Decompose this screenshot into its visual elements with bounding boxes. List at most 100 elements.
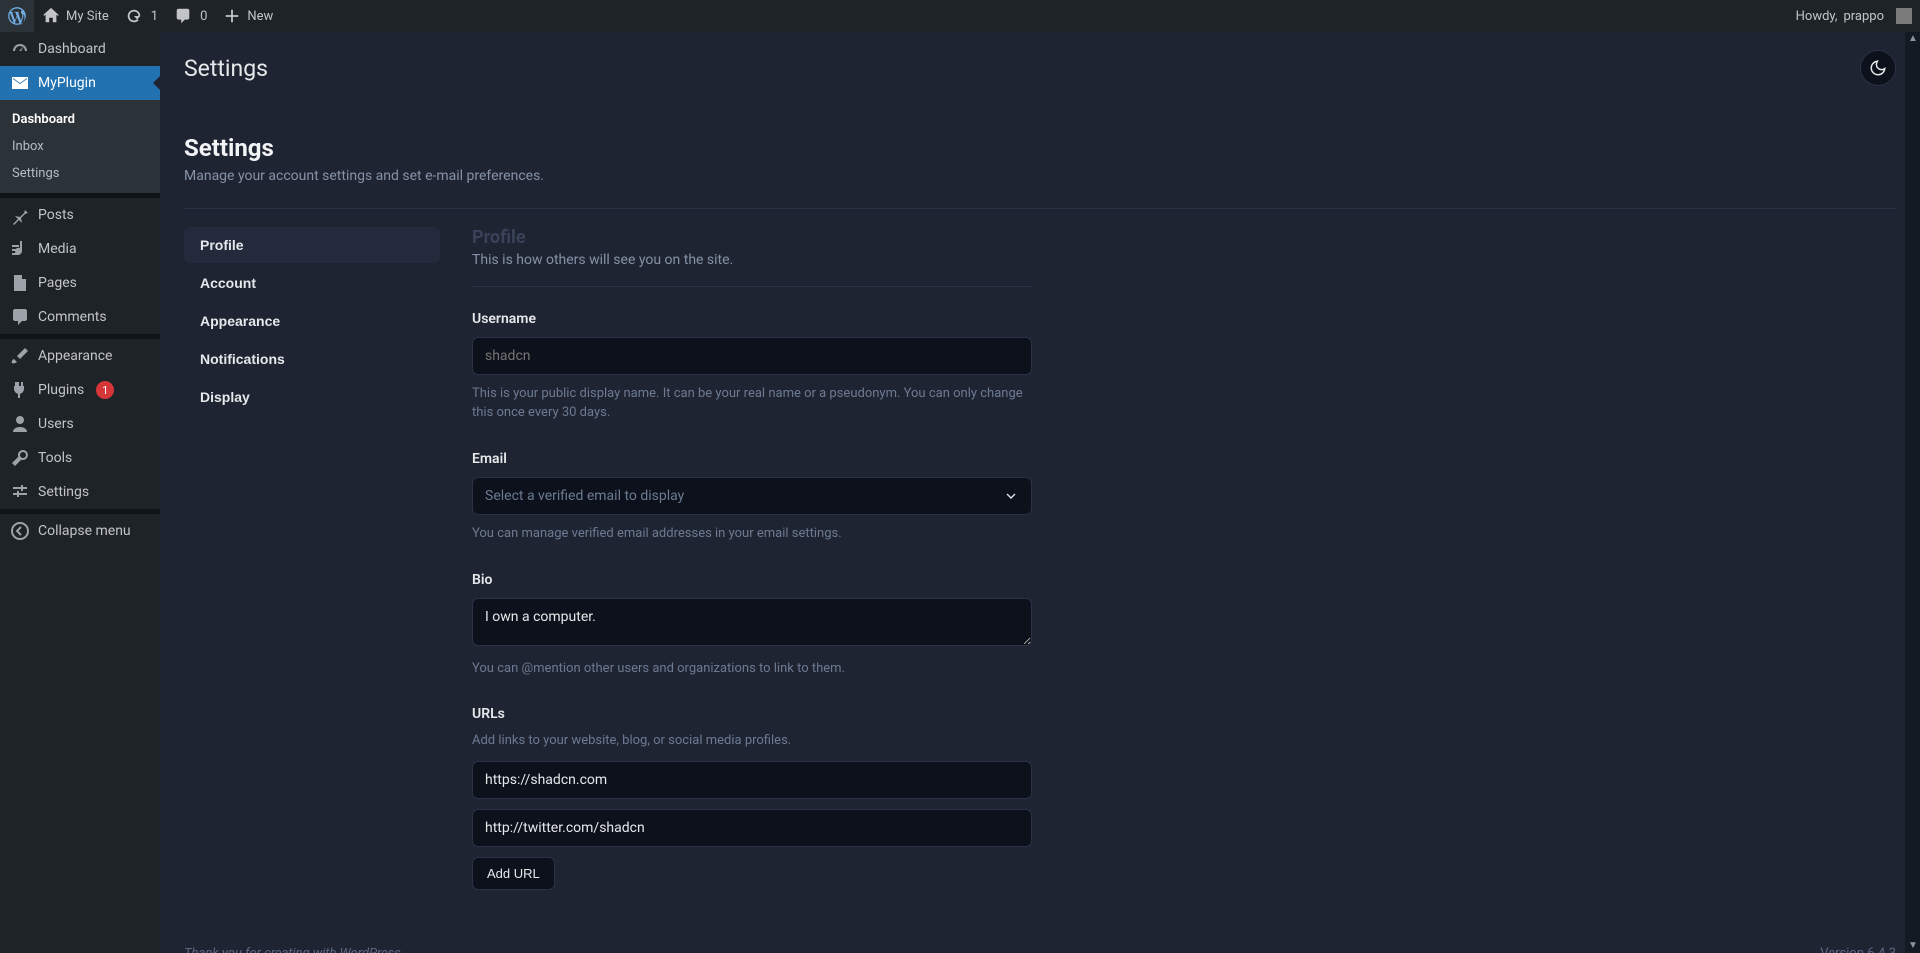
sidebar-submenu-myplugin: Dashboard Inbox Settings	[0, 100, 160, 193]
plus-icon	[223, 7, 241, 25]
active-arrow	[153, 75, 161, 91]
adminbar: My Site 1 0 New Howdy, prappo	[0, 0, 1920, 32]
email-select-placeholder: Select a verified email to display	[485, 488, 684, 504]
sidebar-item-comments[interactable]: Comments	[0, 300, 160, 334]
sidebar-item-label: Posts	[38, 207, 74, 223]
comments-link[interactable]: 0	[166, 0, 215, 32]
add-url-button[interactable]: Add URL	[472, 857, 555, 890]
sidebar-item-plugins[interactable]: Plugins 1	[0, 373, 160, 407]
bio-textarea[interactable]	[472, 598, 1032, 646]
username-input[interactable]	[472, 337, 1032, 375]
avatar	[1896, 8, 1912, 24]
sidebar-item-label: Collapse menu	[38, 523, 131, 539]
sidebar-item-label: Users	[38, 416, 74, 432]
comments-icon	[10, 307, 30, 327]
divider	[184, 208, 1896, 209]
submenu-item-inbox[interactable]: Inbox	[0, 133, 160, 160]
wrench-icon	[10, 448, 30, 468]
settings-subtitle: Manage your account settings and set e-m…	[184, 168, 1896, 184]
sidebar-item-dashboard[interactable]: Dashboard	[0, 32, 160, 66]
sidebar-item-label: Tools	[38, 450, 72, 466]
sidebar-item-posts[interactable]: Posts	[0, 198, 160, 232]
gauge-icon	[10, 39, 30, 59]
new-label: New	[247, 9, 273, 24]
sidebar-item-myplugin[interactable]: MyPlugin	[0, 66, 160, 100]
comment-icon	[174, 7, 192, 25]
field-bio: Bio You can @mention other users and org…	[472, 572, 1032, 679]
refresh-icon	[125, 7, 143, 25]
plugins-update-badge: 1	[96, 381, 114, 399]
divider	[472, 286, 1032, 287]
footer-thanks: Thank you for creating with WordPress.	[184, 946, 404, 953]
user-icon	[10, 414, 30, 434]
settings-panel: Profile This is how others will see you …	[472, 227, 1032, 918]
sidebar-item-label: Comments	[38, 309, 107, 325]
email-help: You can manage verified email addresses …	[472, 525, 1032, 544]
scroll-up-icon: ▲	[1908, 34, 1918, 44]
updates-link[interactable]: 1	[117, 0, 166, 32]
media-icon	[10, 239, 30, 259]
pin-icon	[10, 205, 30, 225]
footer: Thank you for creating with WordPress. V…	[184, 946, 1896, 953]
site-link[interactable]: My Site	[34, 0, 117, 32]
scrollbar[interactable]: ▲ ▼	[1905, 32, 1920, 953]
bio-label: Bio	[472, 572, 1032, 588]
account-link[interactable]: Howdy, prappo	[1788, 0, 1920, 32]
email-label: Email	[472, 451, 1032, 467]
collapse-icon	[10, 521, 30, 541]
field-email: Email Select a verified email to display…	[472, 451, 1032, 544]
field-username: Username This is your public display nam…	[472, 311, 1032, 423]
account-username: prappo	[1843, 9, 1884, 24]
theme-toggle-button[interactable]	[1860, 50, 1896, 86]
nav-tab-profile[interactable]: Profile	[184, 227, 440, 263]
settings-heading: Settings Manage your account settings an…	[184, 134, 1896, 184]
sidebar-item-label: Appearance	[38, 348, 112, 364]
sidebar-item-label: Dashboard	[38, 41, 106, 57]
nav-tab-display[interactable]: Display	[184, 379, 440, 415]
username-label: Username	[472, 311, 1032, 327]
sidebar-item-label: MyPlugin	[38, 75, 96, 91]
url-input-1[interactable]	[472, 809, 1032, 847]
sidebar-item-tools[interactable]: Tools	[0, 441, 160, 475]
bio-help: You can @mention other users and organiz…	[472, 660, 1032, 679]
site-name: My Site	[66, 9, 109, 24]
sidebar-item-users[interactable]: Users	[0, 407, 160, 441]
new-link[interactable]: New	[215, 0, 281, 32]
nav-tab-notifications[interactable]: Notifications	[184, 341, 440, 377]
sidebar-collapse[interactable]: Collapse menu	[0, 514, 160, 548]
wordpress-icon	[8, 7, 26, 25]
footer-version: Version 6.4.3	[1820, 946, 1896, 953]
submenu-item-dashboard[interactable]: Dashboard	[0, 106, 160, 133]
section-title: Profile	[472, 227, 1032, 248]
updates-count: 1	[149, 9, 158, 24]
brush-icon	[10, 346, 30, 366]
nav-tab-account[interactable]: Account	[184, 265, 440, 301]
mail-icon	[10, 73, 30, 93]
page-title: Settings	[184, 55, 268, 82]
sidebar-item-label: Plugins	[38, 382, 84, 398]
settings-title: Settings	[184, 134, 1896, 162]
url-input-0[interactable]	[472, 761, 1032, 799]
home-icon	[42, 7, 60, 25]
sidebar-item-appearance[interactable]: Appearance	[0, 339, 160, 373]
sliders-icon	[10, 482, 30, 502]
admin-sidebar: Dashboard MyPlugin Dashboard Inbox Setti…	[0, 32, 160, 953]
email-select[interactable]: Select a verified email to display	[472, 477, 1032, 515]
scroll-down-icon: ▼	[1908, 941, 1918, 951]
sidebar-item-settings[interactable]: Settings	[0, 475, 160, 509]
submenu-item-settings[interactable]: Settings	[0, 160, 160, 187]
page-icon	[10, 273, 30, 293]
comments-count: 0	[198, 9, 207, 24]
howdy-prefix: Howdy,	[1796, 9, 1838, 24]
field-urls: URLs Add links to your website, blog, or…	[472, 706, 1032, 890]
username-help: This is your public display name. It can…	[472, 385, 1032, 423]
sidebar-item-media[interactable]: Media	[0, 232, 160, 266]
urls-label: URLs	[472, 706, 1032, 722]
chevron-down-icon	[1003, 488, 1019, 504]
plug-icon	[10, 380, 30, 400]
urls-sub: Add links to your website, blog, or soci…	[472, 732, 1032, 751]
sidebar-item-label: Pages	[38, 275, 77, 291]
wp-logo[interactable]	[0, 0, 34, 32]
sidebar-item-pages[interactable]: Pages	[0, 266, 160, 300]
nav-tab-appearance[interactable]: Appearance	[184, 303, 440, 339]
